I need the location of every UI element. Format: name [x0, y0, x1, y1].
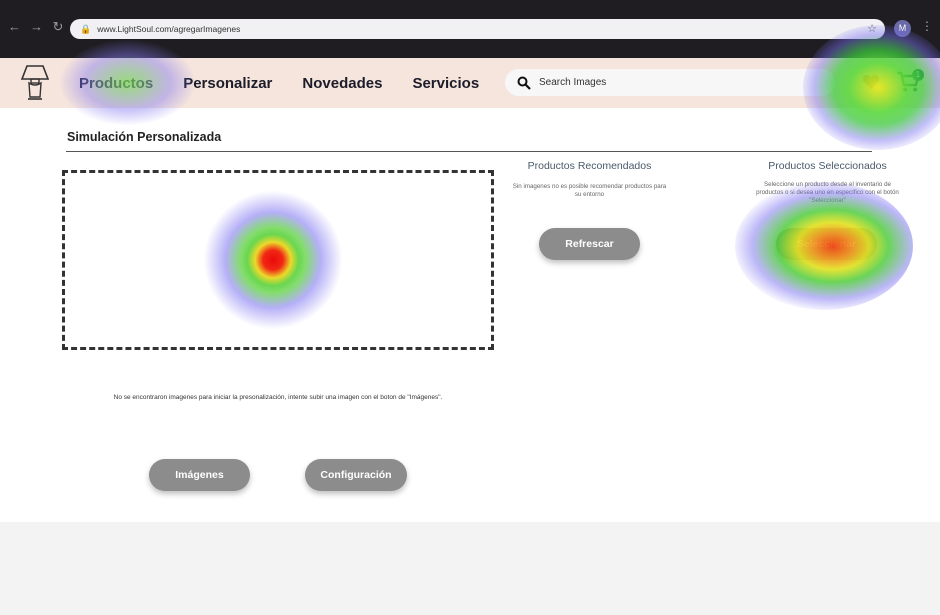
refresh-button[interactable]: Refrescar [539, 228, 640, 260]
lock-icon: 🔒 [80, 23, 92, 34]
image-canvas[interactable] [62, 170, 494, 350]
recommended-title: Productos Recomendados [527, 160, 652, 172]
main-content: Simulación Personalizada No se encontrar… [0, 108, 940, 522]
lamp-logo-icon[interactable] [20, 64, 50, 102]
selected-title: Productos Seleccionados [768, 160, 887, 172]
search-icon [517, 76, 531, 90]
profile-avatar[interactable]: M [894, 20, 911, 37]
site-header: Productos Personalizar Novedades Servici… [0, 58, 940, 108]
page-footer-band [0, 522, 940, 615]
page-title: Simulación Personalizada [67, 130, 222, 144]
browser-menu-icon[interactable]: ⋮ [921, 19, 933, 33]
browser-nav-buttons: ← → ↻ [8, 20, 64, 34]
page: ← → ↻ 🔒 www.LightSoul.com/agregarImagene… [0, 0, 940, 615]
main-nav: Productos Personalizar Novedades Servici… [79, 75, 509, 92]
address-url: www.LightSoul.com/agregarImagenes [97, 24, 241, 34]
nav-servicios[interactable]: Servicios [412, 75, 479, 92]
address-bar[interactable]: 🔒 www.LightSoul.com/agregarImagenes ☆ [70, 19, 885, 39]
select-button[interactable]: Seleccionar [776, 228, 877, 260]
forward-icon[interactable]: → [30, 20, 43, 34]
images-button[interactable]: Imágenes [149, 459, 250, 491]
configuration-button[interactable]: Configuración [305, 459, 407, 491]
reload-icon[interactable]: ↻ [52, 20, 64, 34]
selected-description: Seleccione un producto desde el inventar… [756, 181, 899, 204]
back-icon[interactable]: ← [8, 20, 21, 34]
search-box [505, 69, 835, 96]
cart-count-badge: 1 [912, 69, 924, 81]
bookmark-star-icon[interactable]: ☆ [867, 22, 877, 35]
browser-chrome: ← → ↻ 🔒 www.LightSoul.com/agregarImagene… [0, 0, 940, 58]
nav-productos[interactable]: Productos [79, 75, 153, 92]
title-divider [66, 151, 872, 152]
nav-novedades[interactable]: Novedades [302, 75, 382, 92]
heart-icon[interactable] [862, 74, 880, 90]
nav-personalizar[interactable]: Personalizar [183, 75, 272, 92]
recommended-description: Sin imagenes no es posible recomendar pr… [512, 183, 667, 198]
search-input[interactable] [539, 77, 799, 88]
empty-images-message: No se encontraron imagenes para iniciar … [113, 394, 443, 401]
